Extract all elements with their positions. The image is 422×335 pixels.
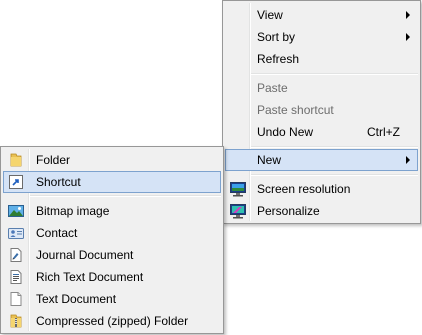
menu-item-screen-resolution[interactable]: Screen resolution [225, 178, 418, 200]
menu-item-paste-label: Paste [257, 81, 288, 95]
menu-item-view[interactable]: View [225, 4, 418, 26]
submenu-arrow-icon [406, 11, 410, 19]
submenu-item-contact[interactable]: Contact [3, 222, 221, 244]
shortcut-icon [8, 174, 24, 190]
rich-text-document-icon [8, 269, 24, 285]
bitmap-image-icon [8, 203, 24, 219]
submenu-item-bitmap-image-label: Bitmap image [36, 204, 110, 218]
menu-item-paste-shortcut[interactable]: Paste shortcut [225, 99, 418, 121]
submenu-arrow-icon [406, 156, 410, 164]
menu-separator [30, 195, 221, 197]
menu-item-undo-new[interactable]: Undo New Ctrl+Z [225, 121, 418, 143]
submenu-item-compressed-folder[interactable]: Compressed (zipped) Folder [3, 310, 221, 332]
submenu-item-journal-document-label: Journal Document [36, 248, 134, 262]
menu-separator [251, 73, 418, 75]
submenu-item-bitmap-image[interactable]: Bitmap image [3, 200, 221, 222]
menu-item-undo-new-shortcut: Ctrl+Z [367, 125, 400, 139]
menu-item-new[interactable]: New [225, 149, 418, 171]
contact-icon [8, 225, 24, 241]
personalize-icon [230, 203, 246, 219]
submenu-item-text-document[interactable]: Text Document [3, 288, 221, 310]
menu-item-view-label: View [257, 8, 283, 22]
screen-resolution-icon [230, 181, 246, 197]
menu-item-new-label: New [257, 153, 282, 167]
submenu-item-text-document-label: Text Document [36, 292, 117, 306]
menu-item-paste-shortcut-label: Paste shortcut [257, 103, 334, 117]
text-document-icon [8, 291, 24, 307]
menu-item-sort-by[interactable]: Sort by [225, 26, 418, 48]
submenu-arrow-icon [406, 33, 410, 41]
menu-item-screen-resolution-label: Screen resolution [257, 182, 351, 196]
journal-document-icon [8, 247, 24, 263]
zipped-folder-icon [8, 313, 24, 329]
menu-item-personalize-label: Personalize [257, 204, 320, 218]
submenu-item-shortcut-label: Shortcut [36, 175, 81, 189]
submenu-item-compressed-folder-label: Compressed (zipped) Folder [36, 314, 189, 328]
menu-item-paste[interactable]: Paste [225, 77, 418, 99]
submenu-item-folder-label: Folder [36, 153, 71, 167]
submenu-item-folder[interactable]: Folder [3, 149, 221, 171]
folder-icon [8, 152, 24, 168]
submenu-item-rich-text-document[interactable]: Rich Text Document [3, 266, 221, 288]
submenu-item-contact-label: Contact [36, 226, 78, 240]
menu-separator [251, 146, 418, 148]
submenu-item-rich-text-document-label: Rich Text Document [36, 270, 144, 284]
menu-item-refresh-label: Refresh [257, 52, 300, 66]
menu-item-sort-by-label: Sort by [257, 30, 296, 44]
menu-item-personalize[interactable]: Personalize [225, 200, 418, 222]
menu-item-undo-new-label: Undo New [257, 125, 314, 139]
new-submenu: Folder Shortcut Bitmap image Contact Jou… [0, 146, 224, 334]
desktop-context-menu: View Sort by Refresh Paste Paste shortcu… [222, 0, 421, 224]
submenu-item-shortcut[interactable]: Shortcut [3, 171, 221, 193]
menu-item-refresh[interactable]: Refresh [225, 48, 418, 70]
menu-separator [251, 174, 418, 176]
submenu-item-journal-document[interactable]: Journal Document [3, 244, 221, 266]
